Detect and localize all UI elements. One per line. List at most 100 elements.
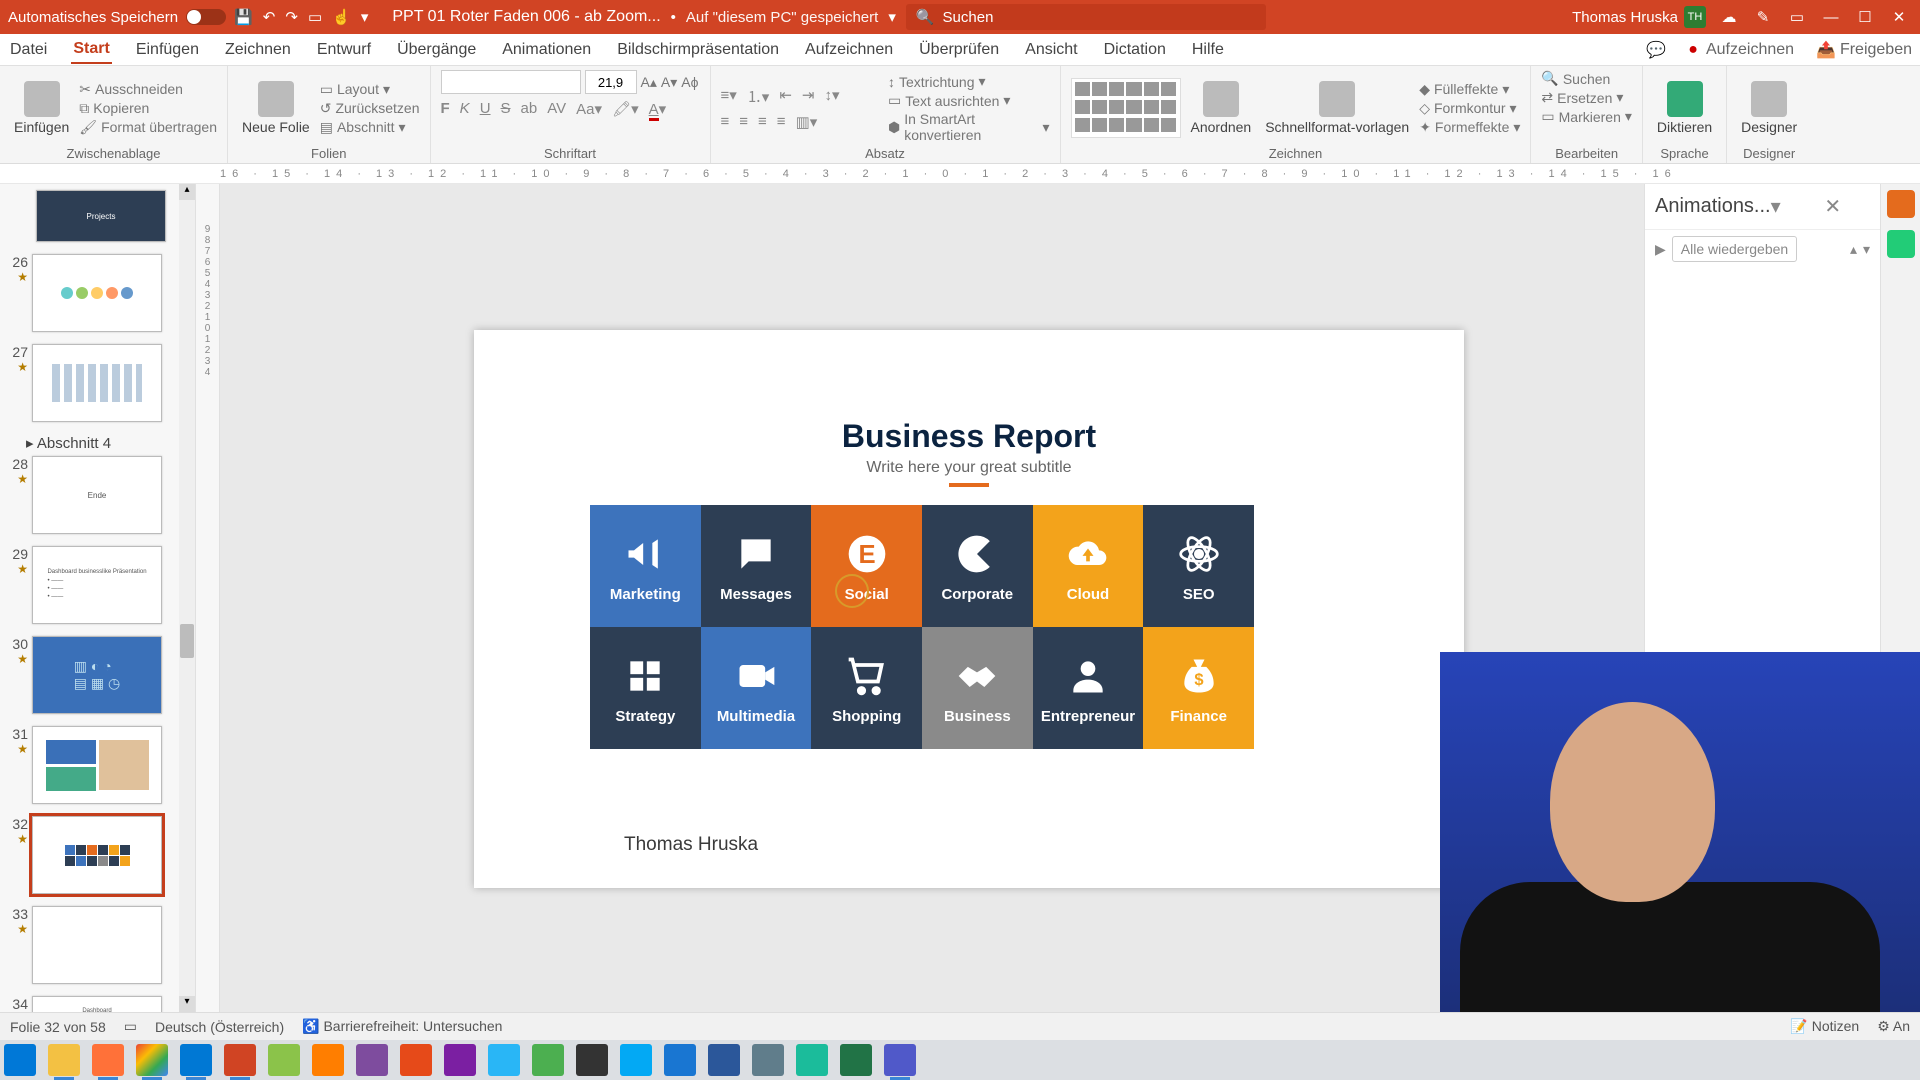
taskbar-telegram-icon[interactable] [488,1044,520,1076]
align-justify-icon[interactable]: ≡ [777,113,786,131]
slide-thumbnail[interactable] [32,254,162,332]
language-status[interactable]: Deutsch (Österreich) [155,1019,284,1035]
redo-icon[interactable]: ↷ [285,8,298,26]
autosave-toggle[interactable] [186,9,226,25]
user-name[interactable]: Thomas Hruska [1572,9,1678,26]
maximize-button[interactable]: ☐ [1854,6,1876,28]
tile-social[interactable]: ESocial [811,505,922,627]
tab-uebergaenge[interactable]: Übergänge [395,37,478,63]
clear-format-icon[interactable]: Aϕ [681,70,698,94]
taskbar-powerpoint-icon[interactable] [224,1044,256,1076]
scrollbar-handle[interactable] [180,624,194,658]
slide-title[interactable]: Business Report [474,418,1464,455]
comments-icon[interactable]: 💬 [1646,40,1666,60]
start-button[interactable] [4,1044,36,1076]
highlight-color-icon[interactable]: 🖍▾ [612,100,639,118]
tab-einfuegen[interactable]: Einfügen [134,37,201,63]
taskbar-vlc-icon[interactable] [312,1044,344,1076]
bold-button[interactable]: F [441,100,450,118]
slide-count[interactable]: Folie 32 von 58 [10,1019,106,1035]
tile-shopping[interactable]: Shopping [811,627,922,749]
minimize-button[interactable]: — [1820,6,1842,28]
slide-author[interactable]: Thomas Hruska [624,834,758,856]
undo-icon[interactable]: ↶ [263,8,276,26]
scroll-down-icon[interactable]: ▾ [179,996,195,1012]
taskbar-outlook-icon[interactable] [180,1044,212,1076]
tab-praesentation[interactable]: Bildschirmpräsentation [615,37,781,63]
taskbar-firefox-icon[interactable] [92,1044,124,1076]
qat-more-icon[interactable]: ▾ [361,8,369,26]
tile-entrepreneur[interactable]: Entrepreneur [1033,627,1144,749]
tab-datei[interactable]: Datei [8,37,49,63]
dictate-button[interactable]: Diktieren [1653,77,1716,139]
taskbar-obs-icon[interactable] [576,1044,608,1076]
line-spacing-icon[interactable]: ↕▾ [824,86,839,107]
bullets-icon[interactable]: ≡▾ [721,86,737,107]
taskbar-edge-icon[interactable] [796,1044,828,1076]
underline-button[interactable]: U [480,100,491,118]
a11y-status[interactable]: ♿ Barrierefreiheit: Untersuchen [302,1018,502,1035]
tile-corporate[interactable]: Corporate [922,505,1033,627]
chevron-down-icon[interactable]: ▾ [888,8,896,26]
tab-hilfe[interactable]: Hilfe [1190,37,1226,63]
tab-zeichnen[interactable]: Zeichnen [223,37,293,63]
grow-font-icon[interactable]: A▴ [641,70,657,94]
shrink-font-icon[interactable]: A▾ [661,70,677,94]
pane-close-icon[interactable]: ✕ [1824,194,1870,219]
accessibility-icon[interactable]: ▭ [124,1018,137,1035]
taskbar-app-icon-1[interactable] [268,1044,300,1076]
share-button[interactable]: 📤 Freigeben [1816,40,1912,60]
copy-button[interactable]: ⧉ Kopieren [79,100,149,117]
tile-grid[interactable]: MarketingMessagesESocialCorporateCloudSE… [590,505,1254,749]
ribbon-display-icon[interactable]: ▭ [1786,6,1808,28]
designer-button[interactable]: Designer [1737,77,1801,139]
slide-thumbnail[interactable]: Dashboard businesslike Präsentation• ——•… [32,546,162,624]
play-all-button[interactable]: Alle wiedergeben [1672,236,1797,262]
search-input[interactable] [943,9,1256,26]
text-direction-button[interactable]: ↕ Textrichtung ▾ [888,73,986,90]
tab-start[interactable]: Start [71,36,111,64]
help-icon[interactable] [1887,230,1915,258]
align-left-icon[interactable]: ≡ [721,113,730,131]
taskbar-onenote-icon[interactable] [444,1044,476,1076]
taskbar-explorer-icon[interactable] [48,1044,80,1076]
indent-inc-icon[interactable]: ⇥ [802,86,815,107]
slideshow-icon[interactable]: ▭ [308,8,322,26]
touch-icon[interactable]: ☝ [332,8,351,26]
slide[interactable]: Business Report Write here your great su… [474,330,1464,888]
taskbar-teams-icon[interactable] [884,1044,916,1076]
tab-entwurf[interactable]: Entwurf [315,37,373,63]
slide-thumbnail[interactable] [32,816,162,894]
font-color-icon[interactable]: A▾ [649,100,667,118]
taskbar-excel-icon[interactable] [840,1044,872,1076]
shape-outline-button[interactable]: ◇ Formkontur ▾ [1419,100,1516,117]
slide-thumbnail[interactable] [32,726,162,804]
new-slide-button[interactable]: Neue Folie [238,77,314,139]
tile-messages[interactable]: Messages [701,505,812,627]
save-location[interactable]: Auf "diesem PC" gespeichert [686,9,878,26]
char-spacing-icon[interactable]: AV [547,100,566,118]
document-title[interactable]: PPT 01 Roter Faden 006 - ab Zoom... [392,8,660,26]
tile-cloud[interactable]: Cloud [1033,505,1144,627]
paste-button[interactable]: Einfügen [10,77,73,139]
taskbar-app-icon-3[interactable] [400,1044,432,1076]
notes-button[interactable]: 📝 Notizen [1790,1018,1859,1035]
shape-effects-button[interactable]: ✦ Formeffekte ▾ [1419,119,1520,136]
reset-button[interactable]: ↺ Zurücksetzen [320,100,420,117]
replace-button[interactable]: ⇄ Ersetzen ▾ [1541,89,1623,106]
strip-button-1[interactable] [1887,190,1915,218]
save-icon[interactable]: 💾 [234,8,253,26]
slide-thumbnail[interactable]: Ende [32,456,162,534]
tab-dictation[interactable]: Dictation [1102,37,1168,63]
cloud-sync-icon[interactable]: ☁ [1718,6,1740,28]
tab-animationen[interactable]: Animationen [500,37,593,63]
tile-finance[interactable]: $Finance [1143,627,1254,749]
taskbar-chrome-icon[interactable] [136,1044,168,1076]
section-header[interactable]: ▸ Abschnitt 4 [26,434,191,452]
pane-collapse-icon[interactable]: ▾ [1771,194,1817,219]
draw-icon[interactable]: ✎ [1752,6,1774,28]
scroll-up-icon[interactable]: ▴ [179,184,195,200]
taskbar-app-icon-4[interactable] [532,1044,564,1076]
italic-button[interactable]: K [460,100,470,118]
slide-thumbnail[interactable] [32,344,162,422]
